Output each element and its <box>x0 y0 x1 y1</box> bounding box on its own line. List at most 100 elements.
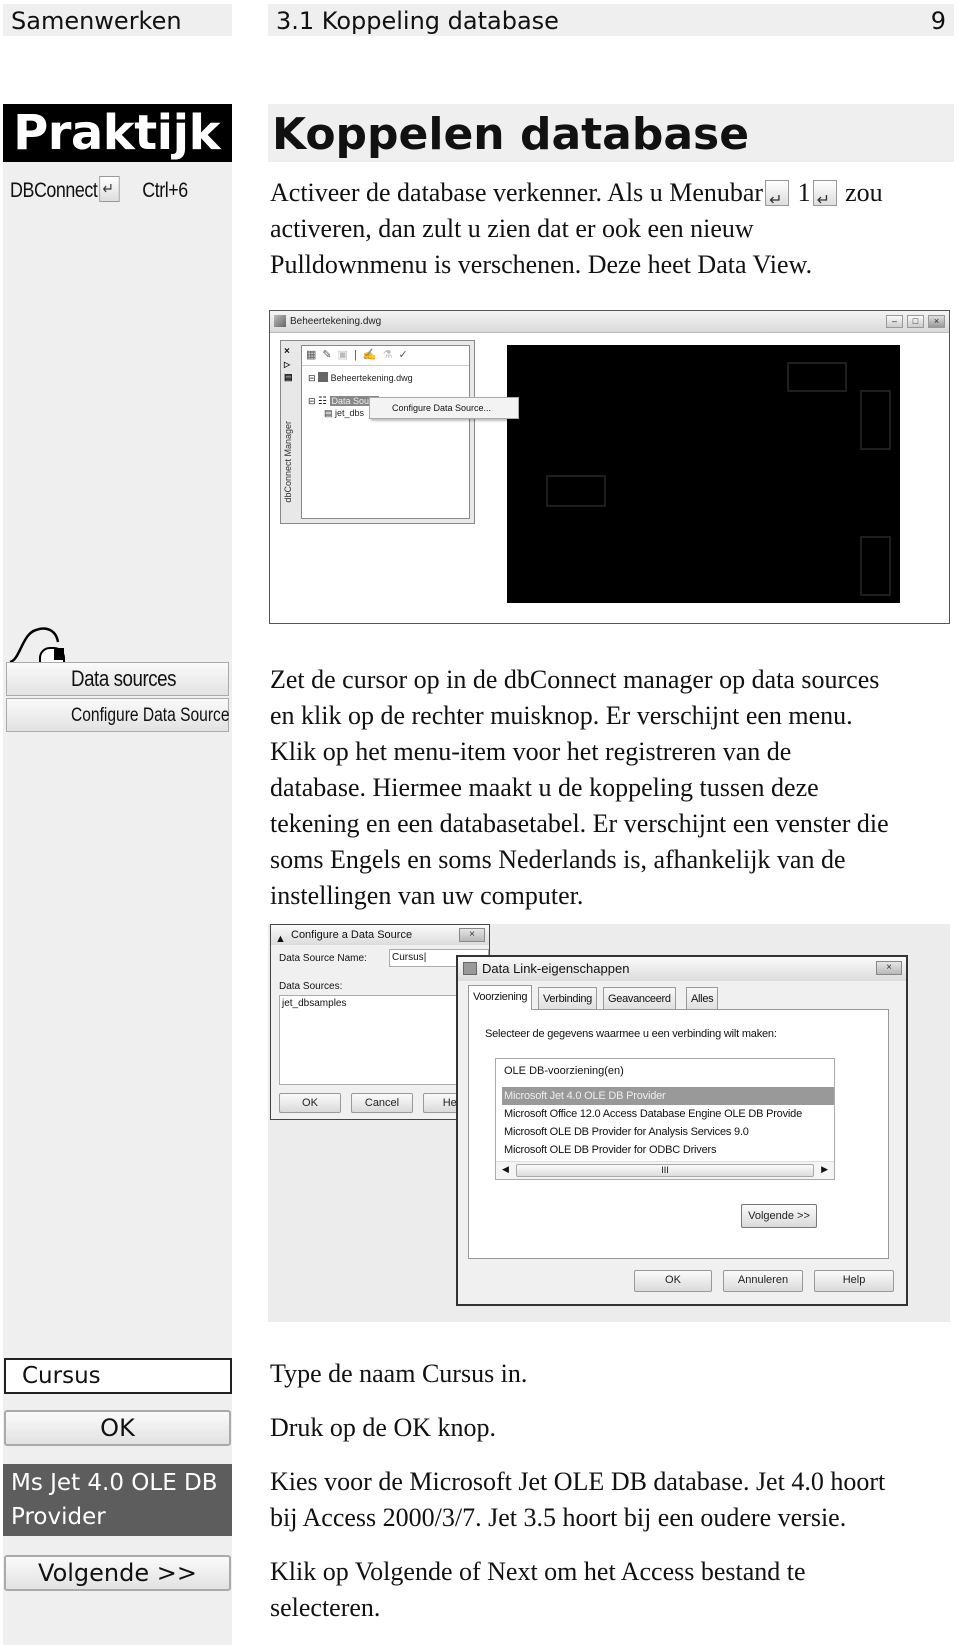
paragraph-line: selecteren. <box>270 1593 381 1622</box>
help-button[interactable]: Help <box>814 1270 894 1292</box>
name-input-sample[interactable]: Cursus <box>4 1358 232 1394</box>
paragraph-line: Zet de cursor op in de dbConnect manager… <box>270 665 880 694</box>
header-section-label: Samenwerken <box>11 7 182 35</box>
maximize-button[interactable]: □ <box>907 315 924 328</box>
ok-label: OK <box>100 1414 135 1442</box>
next-button[interactable]: Volgende >> <box>741 1204 817 1228</box>
inner-wall <box>513 351 894 597</box>
menu-item-data-sources[interactable]: Data sources <box>6 662 229 696</box>
close-panel-icon[interactable]: × <box>284 345 293 358</box>
list-header: OLE DB-voorziening(en) <box>504 1065 624 1077</box>
intro-line-2: activeren, dan zult u zien dat er ook ee… <box>270 214 754 243</box>
enter-key-icon <box>99 176 120 202</box>
horizontal-scrollbar[interactable]: ◀ III ▶ <box>496 1161 834 1179</box>
ok-button[interactable]: OK <box>634 1270 712 1292</box>
tab-voorziening[interactable]: Voorziening <box>468 985 533 1010</box>
intro-paragraph: Activeer de database verkenner. Als u Me… <box>270 175 960 283</box>
list-item[interactable]: jet_dbsamples <box>282 998 476 1009</box>
next-button-sample[interactable]: Volgende >> <box>4 1555 231 1591</box>
ok-button[interactable]: OK <box>279 1093 341 1113</box>
tree-child[interactable]: ▤ jet_dbs <box>324 408 364 419</box>
menu-item-label: Configure Data Source <box>71 705 230 726</box>
paragraph-line: tekening en een databasetabel. Er versch… <box>270 809 889 838</box>
paragraph-line: Klik op het menu-item voor het registrer… <box>270 737 792 766</box>
scroll-left-icon[interactable]: ◀ <box>502 1164 509 1175</box>
dbconnect-toolbar: ▦✎▣|✍⚗✓ <box>302 346 469 366</box>
cancel-button[interactable]: Annuleren <box>723 1270 803 1292</box>
provider-label-box: Ms Jet 4.0 OLE DB Provider <box>3 1464 232 1536</box>
shortcut-keys: Ctrl+6 <box>142 179 188 202</box>
tree-data-sources[interactable]: ⊟ ☷ Data Sourc <box>308 396 379 407</box>
header-chapter: 3.1 Koppeling database 9 <box>268 4 954 36</box>
query-icon[interactable]: ⚗ <box>383 349 399 361</box>
tab-geavanceerd[interactable]: Geavanceerd <box>603 987 676 1009</box>
input-value: Cursus <box>392 952 424 963</box>
dialog-titlebar: Data Link-eigenschappen × <box>458 957 906 981</box>
instruction-paragraph: Zet de cursor op in de dbConnect manager… <box>270 662 960 914</box>
list-item[interactable]: Microsoft OLE DB Provider for ODBC Drive… <box>502 1141 834 1159</box>
tab-alles[interactable]: Alles <box>686 987 719 1009</box>
close-button[interactable]: × <box>459 928 485 942</box>
paragraph-line: database. Hiermee maakt u de koppeling t… <box>270 773 819 802</box>
paragraph-line: instellingen van uw computer. <box>270 881 584 910</box>
synchronize-icon[interactable]: ✓ <box>398 349 413 361</box>
tree-root[interactable]: ⊟ Beheertekening.dwg <box>308 372 413 384</box>
sources-label: Data Sources: <box>279 981 343 992</box>
minimize-button[interactable]: – <box>886 315 903 328</box>
list-item[interactable]: Microsoft OLE DB Provider for Analysis S… <box>502 1123 834 1141</box>
header-section: Samenwerken <box>3 4 232 36</box>
close-button[interactable]: × <box>876 961 902 975</box>
data-sources-list[interactable]: jet_dbsamples <box>279 995 479 1085</box>
label-template-icon[interactable]: ✍ <box>363 349 383 361</box>
provider-list[interactable]: OLE DB-voorziening(en) Microsoft Jet 4.0… <box>495 1058 835 1180</box>
enter-key-icon <box>812 180 837 219</box>
context-menu: Configure Data Source... <box>369 397 519 419</box>
edit-table-icon[interactable]: ✎ <box>322 349 337 361</box>
database-icon: ☷ <box>318 396 328 407</box>
dialog-titlebar: ▲ Configure a Data Source × <box>271 925 489 945</box>
step-choose-provider: Kies voor de Microsoft Jet OLE DB databa… <box>270 1464 960 1536</box>
window-title: Beheertekening.dwg <box>290 316 382 327</box>
cancel-button[interactable]: Cancel <box>351 1093 413 1113</box>
step-press-ok: Druk op de OK knop. <box>270 1413 497 1442</box>
intro-text-2: 1 <box>797 178 811 207</box>
view-table-icon[interactable]: ▦ <box>306 349 322 361</box>
app-icon <box>274 315 286 327</box>
ok-button-sample[interactable]: OK <box>4 1410 231 1446</box>
sidebar-label: Praktijk <box>3 104 232 162</box>
instruction-label: Selecteer de gegevens waarmee u een verb… <box>485 1028 777 1040</box>
paragraph-line: Klik op Volgende of Next om het Access b… <box>270 1557 806 1586</box>
paragraph-line: soms Engels en soms Nederlands is, afhan… <box>270 845 846 874</box>
app-icon: ▲ <box>275 933 286 945</box>
page-number: 9 <box>930 7 946 35</box>
page-title: Koppelen database <box>268 104 954 162</box>
properties-icon[interactable]: ▤ <box>284 371 293 384</box>
close-button[interactable]: × <box>928 315 945 328</box>
dialog-title: Data Link-eigenschappen <box>482 961 630 976</box>
paragraph-line: Kies voor de Microsoft Jet OLE DB databa… <box>270 1467 886 1496</box>
paragraph-line: bij Access 2000/3/7. Jet 3.5 hoort bij e… <box>270 1503 847 1532</box>
dbconnect-tree: ▦✎▣|✍⚗✓ ⊟ Beheertekening.dwg ⊟ ☷ Data So… <box>301 345 470 519</box>
input-value: Cursus <box>22 1363 101 1389</box>
autohide-icon[interactable]: ▷ <box>284 358 293 371</box>
screenshot-dialogs: ▲ Configure a Data Source × Data Source … <box>268 924 950 1322</box>
scroll-thumb[interactable]: III <box>516 1164 814 1177</box>
window-titlebar: Beheertekening.dwg – □ × <box>270 311 949 333</box>
app-icon <box>463 962 477 975</box>
tab-verbinding[interactable]: Verbinding <box>538 987 597 1009</box>
list-item-selected[interactable]: Microsoft Jet 4.0 OLE DB Provider <box>502 1087 834 1105</box>
datasource-icon: ▤ <box>324 408 333 418</box>
intro-line-3: Pulldownmenu is verschenen. Deze heet Da… <box>270 250 813 279</box>
context-menu-item-configure[interactable]: Configure Data Source... <box>392 403 491 413</box>
step-type-name: Type de naam Cursus in. <box>270 1359 528 1388</box>
intro-text-3: zou <box>845 178 883 207</box>
next-label: Volgende >> <box>38 1559 197 1587</box>
list-item[interactable]: Microsoft Office 12.0 Access Database En… <box>502 1105 834 1123</box>
scroll-right-icon[interactable]: ▶ <box>821 1164 828 1175</box>
tree-root-label: Beheertekening.dwg <box>330 373 413 383</box>
data-link-properties-dialog: Data Link-eigenschappen × Voorziening Ve… <box>456 955 908 1306</box>
step-next: Klik op Volgende of Next om het Access b… <box>270 1554 960 1626</box>
menu-item-configure-data-source[interactable]: Configure Data Source <box>6 698 229 732</box>
chapter-title: 3.1 Koppeling database <box>276 7 559 35</box>
link-template-icon[interactable]: ▣ <box>338 349 354 361</box>
